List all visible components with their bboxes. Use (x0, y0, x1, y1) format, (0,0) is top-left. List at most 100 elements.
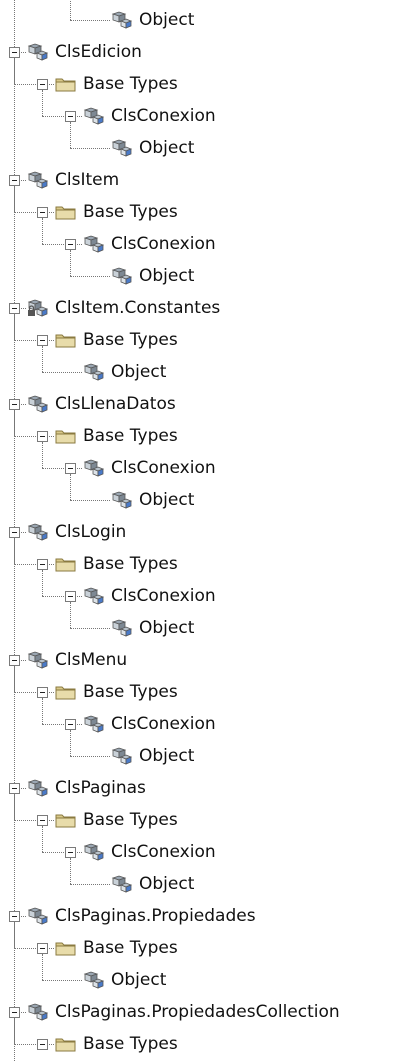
collapse-toggle-icon[interactable] (37, 943, 48, 954)
collapse-toggle-icon[interactable] (65, 847, 76, 858)
collapse-toggle-icon[interactable] (37, 559, 48, 570)
folder-icon (54, 202, 78, 222)
collapse-toggle-icon[interactable] (37, 335, 48, 346)
collapse-toggle-icon[interactable] (9, 783, 20, 794)
tree-node-label: ClsConexion (111, 234, 216, 254)
tree-node-label: Object (111, 970, 167, 990)
collapse-toggle-icon[interactable] (37, 815, 48, 826)
class-icon (26, 778, 50, 798)
tree-node[interactable]: Base Types (0, 1018, 404, 1064)
tree-connector-vertical (70, 250, 71, 276)
tree-connector-vertical (14, 538, 15, 564)
tree-node[interactable]: Object (0, 250, 404, 296)
tree-node-label: Object (139, 10, 195, 30)
collapse-toggle-icon[interactable] (37, 431, 48, 442)
tree-node[interactable]: Object (0, 122, 404, 168)
tree-node-label: ClsPaginas.Propiedades (55, 906, 256, 926)
tree-node[interactable]: Base Types (0, 314, 404, 360)
collapse-toggle-icon[interactable] (9, 47, 20, 58)
tree-node-label: ClsPaginas.PropiedadesCollection (55, 1002, 340, 1022)
tree-node[interactable]: ClsPaginas.Propiedades (0, 904, 404, 936)
tree-node[interactable]: Object (0, 474, 404, 520)
tree-node[interactable]: Base Types (0, 58, 404, 104)
tree-connector-vertical (42, 346, 43, 372)
tree-node[interactable]: ClsLlenaDatos (0, 392, 404, 424)
tree-node[interactable]: Object (0, 602, 404, 648)
class-icon (110, 746, 134, 766)
class-icon (110, 266, 134, 286)
collapse-toggle-icon[interactable] (65, 239, 76, 250)
tree-node[interactable]: Object (0, 346, 404, 392)
tree-connector-horizontal (42, 468, 82, 469)
tree-node[interactable]: ClsItem (0, 168, 404, 200)
tree-node[interactable]: Object (0, 730, 404, 776)
collapse-toggle-icon[interactable] (37, 687, 48, 698)
tree-connector-horizontal (42, 980, 82, 981)
tree-node[interactable]: Object (0, 954, 404, 1000)
tree-node[interactable]: ClsConexion (0, 442, 404, 488)
collapse-toggle-icon[interactable] (37, 207, 48, 218)
tree-connector-vertical (70, 858, 71, 884)
class-icon (26, 42, 50, 62)
class-icon (82, 842, 106, 862)
tree-node-label: Base Types (83, 810, 178, 830)
folder-icon (54, 426, 78, 446)
class-icon (82, 586, 106, 606)
tree-connector-horizontal (14, 84, 54, 85)
collapse-toggle-icon[interactable] (9, 655, 20, 666)
collapse-toggle-icon[interactable] (65, 591, 76, 602)
collapse-toggle-icon[interactable] (9, 1007, 20, 1018)
collapse-toggle-icon[interactable] (9, 911, 20, 922)
tree-node[interactable]: ClsLogin (0, 520, 404, 552)
collapse-toggle-icon[interactable] (37, 1039, 48, 1050)
collapse-toggle-icon[interactable] (65, 111, 76, 122)
tree-node[interactable]: Base Types (0, 794, 404, 840)
tree-node[interactable]: ClsItem.Constantes (0, 296, 404, 328)
tree-node[interactable]: ClsPaginas (0, 776, 404, 808)
tree-node[interactable]: Object (0, 858, 404, 904)
tree-node-label: Object (139, 490, 195, 510)
collapse-toggle-icon[interactable] (65, 463, 76, 474)
tree-connector-horizontal (14, 436, 54, 437)
tree-node[interactable]: Base Types (0, 922, 404, 968)
tree-node[interactable]: Base Types (0, 666, 404, 712)
tree-node[interactable]: Base Types (0, 538, 404, 584)
tree-node[interactable]: ClsConexion (0, 826, 404, 872)
tree-connector-vertical (70, 730, 71, 756)
tree-connector-horizontal (14, 564, 54, 565)
tree-node[interactable]: Object (0, 0, 404, 40)
tree-connector-vertical (42, 954, 43, 980)
tree-node[interactable]: ClsPaginas.PropiedadesCollection (0, 1000, 404, 1032)
tree-node-label: Object (139, 746, 195, 766)
tree-node-label: ClsConexion (111, 586, 216, 606)
tree-connector-horizontal (70, 628, 110, 629)
tree-node[interactable]: ClsEdicion (0, 40, 404, 72)
tree-node[interactable]: ClsConexion (0, 698, 404, 744)
collapse-toggle-icon[interactable] (9, 527, 20, 538)
collapse-toggle-icon[interactable] (37, 79, 48, 90)
tree-node[interactable]: ClsMenu (0, 648, 404, 680)
class-icon (82, 362, 106, 382)
folder-icon (54, 74, 78, 94)
folder-icon (54, 330, 78, 350)
tree-node[interactable]: ClsConexion (0, 90, 404, 136)
tree-node[interactable]: Base Types (0, 410, 404, 456)
tree-node-label: Object (111, 362, 167, 382)
tree-node[interactable]: ClsConexion (0, 570, 404, 616)
collapse-toggle-icon[interactable] (65, 719, 76, 730)
tree-node-label: Base Types (83, 682, 178, 702)
tree-node-label: Object (139, 138, 195, 158)
collapse-toggle-icon[interactable] (9, 175, 20, 186)
tree-node[interactable]: Base Types (0, 186, 404, 232)
collapse-toggle-icon[interactable] (9, 399, 20, 410)
tree-node[interactable]: ClsConexion (0, 218, 404, 264)
collapse-toggle-icon[interactable] (9, 303, 20, 314)
tree-node-label: Object (139, 266, 195, 286)
tree-connector-vertical (42, 442, 43, 468)
tree-connector-vertical (42, 218, 43, 244)
class-icon (110, 10, 134, 30)
tree-connector-horizontal (14, 1044, 54, 1045)
tree-connector-horizontal (70, 884, 110, 885)
class-view-tree: Object ClsEdicion Base Types ClsConexion… (0, 0, 404, 1061)
tree-node-label: Base Types (83, 1034, 178, 1054)
